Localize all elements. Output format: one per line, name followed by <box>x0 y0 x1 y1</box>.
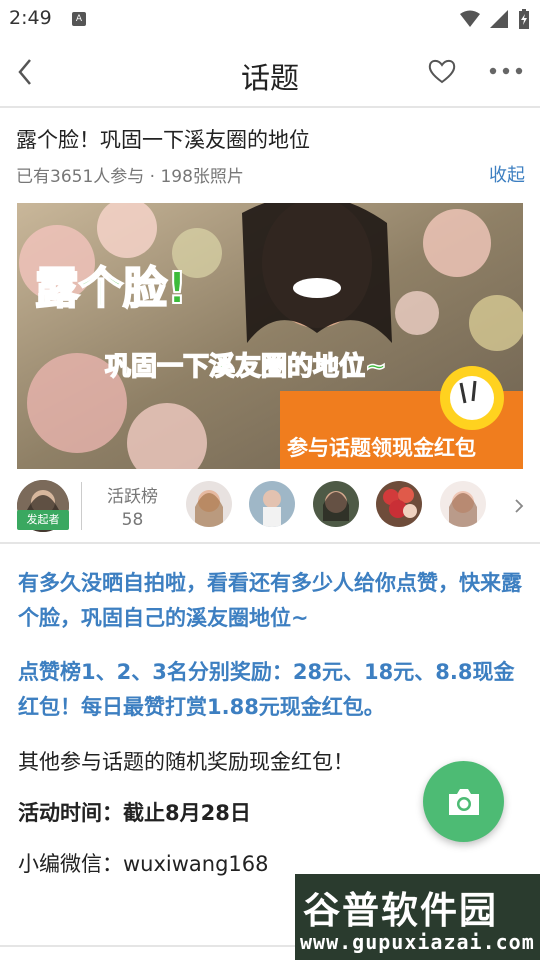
description-paragraph: 有多久没晒自拍啦，看看还有多少人给你点赞，快来露个脸，巩固自己的溪友圈地位~ <box>18 571 522 630</box>
divider <box>81 482 82 530</box>
participant-avatar[interactable] <box>313 481 359 527</box>
participant-avatar[interactable] <box>376 481 422 527</box>
reward-paragraph: 点赞榜1、2、3名分别奖励：28元、18元、8.8现金红包！每日最赞打赏1.88… <box>18 660 515 719</box>
topic-meta: 已有3651人参与 · 198张照片 <box>16 167 244 187</box>
banner-subline: 巩固一下溪友圈的地位~ <box>105 351 387 382</box>
divider <box>0 945 295 947</box>
participants-row: 发起者 活跃榜 58 <box>0 470 540 544</box>
watermark-url-text: www.gupuxiazai.com <box>300 930 535 954</box>
chevron-right-icon[interactable] <box>512 496 526 516</box>
participant-avatar[interactable] <box>249 481 295 527</box>
watermark-main-text: 谷普软件园 <box>303 889 498 932</box>
status-bar: 2:49 A <box>0 0 540 38</box>
sponsor-badge: 发起者 <box>17 510 69 530</box>
more-dots-icon[interactable] <box>488 66 524 76</box>
battery-icon <box>519 9 529 29</box>
active-ranking-label[interactable]: 活跃榜 <box>95 482 170 507</box>
collapse-link[interactable]: 收起 <box>489 161 525 187</box>
wifi-icon <box>460 10 480 27</box>
watermark-logo: 谷普软件园 www.gupuxiazai.com <box>295 874 540 960</box>
page-title: 话题 <box>240 61 299 95</box>
topic-banner-image[interactable]: 露个脸! 巩固一下溪友圈的地位~ 参与话题领现金红包 <box>17 203 523 469</box>
banner-cta: 参与话题领现金红包 <box>287 436 476 460</box>
participant-avatar[interactable] <box>440 481 486 527</box>
banner-artwork: 露个脸! 巩固一下溪友圈的地位~ 参与话题领现金红包 <box>17 203 523 469</box>
signal-icon <box>490 10 508 28</box>
participant-avatar[interactable] <box>186 481 232 527</box>
status-time: 2:49 <box>9 7 52 29</box>
heart-outline-icon[interactable] <box>427 56 457 86</box>
camera-icon <box>448 788 479 815</box>
banner-headline: 露个脸! <box>35 263 187 314</box>
topic-title: 露个脸！巩固一下溪友圈的地位 <box>16 128 310 152</box>
camera-button[interactable] <box>423 761 504 842</box>
system-icons <box>460 9 530 29</box>
notification-icon: A <box>72 12 86 26</box>
top-nav-bar: 话题 <box>0 38 540 108</box>
active-ranking-count: 58 <box>121 510 144 530</box>
